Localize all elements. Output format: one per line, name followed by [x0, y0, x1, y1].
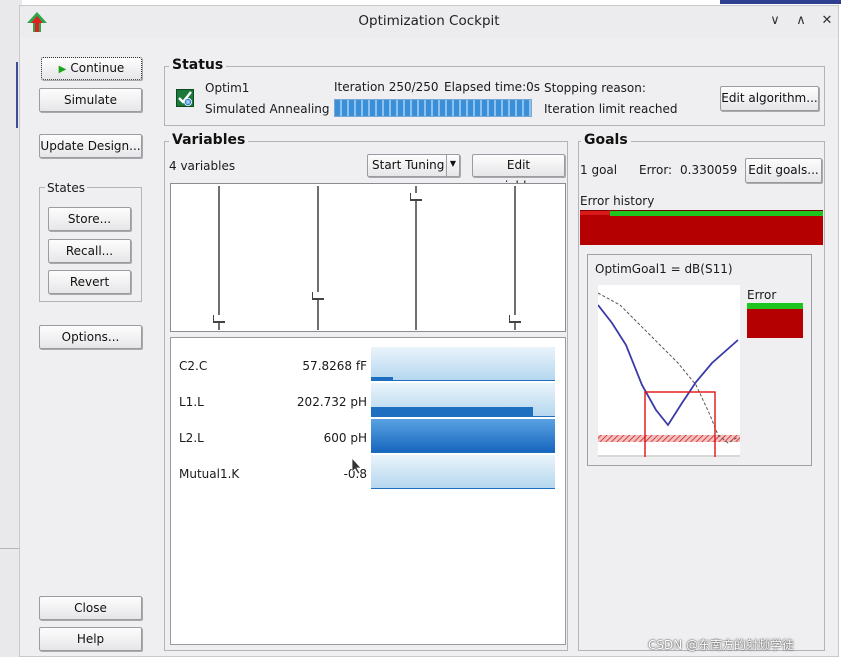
options-button[interactable]: Options... [39, 325, 142, 349]
edit-goals-button[interactable]: Edit goals... [745, 158, 822, 183]
goal-error-label: Error: [639, 163, 673, 177]
watermark-text: CSDN @东南方的射频学徒 [648, 638, 795, 652]
start-tuning-label: Start Tuning [372, 158, 445, 172]
variables-title: Variables [169, 132, 249, 148]
algorithm-name: Simulated Annealing [205, 102, 330, 116]
error-history-target-band [610, 211, 823, 216]
error-history-label: Error history [580, 194, 655, 208]
continue-label: Continue [70, 61, 125, 75]
optimizer-status-icon [176, 89, 194, 107]
dropdown-arrow-icon[interactable]: ▼ [446, 155, 459, 176]
minimize-icon[interactable]: ∨ [764, 10, 786, 32]
continue-button[interactable]: ▶ Continue [41, 57, 142, 80]
maximize-icon[interactable]: ∧ [790, 10, 812, 32]
variables-count: 4 variables [169, 159, 236, 173]
slider-thumb-1[interactable] [312, 292, 324, 301]
slider-track-0[interactable] [218, 186, 220, 330]
goal-response-plot [598, 285, 740, 457]
start-tuning-button[interactable]: Start Tuning ▼ [367, 154, 460, 177]
stopping-reason-label: Stopping reason: [544, 81, 646, 95]
error-history-plot [580, 210, 823, 245]
mouse-cursor-icon [351, 457, 362, 475]
variable-name: L2.L [179, 431, 204, 445]
variable-value: 600 pH [323, 431, 367, 445]
goal-error-target-band [747, 303, 803, 309]
variable-sliders [170, 183, 566, 332]
title-bar[interactable]: Optimization Cockpit ∨ ∧ ✕ [20, 6, 838, 38]
stopping-reason: Iteration limit reached [544, 102, 678, 116]
slider-track-3[interactable] [514, 186, 516, 330]
optim-name: Optim1 [205, 81, 250, 95]
edit-algorithm-button[interactable]: Edit algorithm... [720, 86, 819, 111]
help-button[interactable]: Help [39, 627, 142, 651]
goal-error-value: 0.330059 [680, 163, 738, 177]
goals-count: 1 goal [580, 163, 618, 177]
goal-plot-title: OptimGoal1 = dB(S11) [593, 262, 735, 276]
variable-range-fill [371, 407, 533, 416]
variable-range-bar[interactable] [371, 419, 555, 453]
variable-name: L1.L [179, 395, 204, 409]
variable-value: 202.732 pH [296, 395, 367, 409]
edit-variables-button[interactable]: Edit variables... [472, 154, 565, 193]
close-button[interactable]: Close [39, 596, 142, 620]
optimization-cockpit-window: Optimization Cockpit ∨ ∧ ✕ ▶ Continue Sim… [19, 5, 839, 657]
store-button[interactable]: Store... [48, 207, 131, 231]
update-design-button[interactable]: Update Design... [39, 134, 142, 158]
revert-button[interactable]: Revert [48, 270, 131, 294]
slider-track-2[interactable] [415, 186, 417, 330]
variable-value: 57.8268 fF [302, 359, 367, 373]
highlight-box [644, 391, 716, 457]
variable-name: Mutual1.K [179, 467, 240, 481]
simulate-button[interactable]: Simulate [39, 88, 142, 112]
goal-error-plot-label: Error [747, 288, 777, 302]
slider-thumb-2[interactable] [410, 192, 422, 201]
play-icon: ▶ [58, 64, 67, 75]
slider-track-1[interactable] [317, 186, 319, 330]
goals-title: Goals [581, 132, 631, 148]
variable-range-bar[interactable] [371, 383, 555, 417]
background-app-edge [720, 0, 841, 4]
slider-thumb-0[interactable] [213, 315, 225, 324]
slider-thumb-3[interactable] [509, 315, 521, 324]
window-title: Optimization Cockpit [358, 13, 500, 29]
variable-range-bar[interactable] [371, 455, 555, 489]
variable-range-fill [371, 377, 394, 380]
optimized-response-trace [598, 304, 739, 427]
recall-button[interactable]: Recall... [48, 239, 131, 263]
iteration-progress-bar [334, 99, 532, 117]
variable-list: C2.C 57.8268 fF L1.L 202.732 pH L2.L 600 pH Mu… [170, 337, 566, 645]
progress-fill [335, 100, 531, 116]
variable-range-bar[interactable] [371, 347, 555, 381]
iteration-count: Iteration 250/250 [334, 80, 439, 94]
variable-name: C2.C [179, 359, 208, 373]
initial-response-trace [598, 292, 739, 444]
states-title: States [45, 181, 88, 195]
close-window-icon[interactable]: ✕ [816, 10, 838, 32]
elapsed-time: Elapsed time:0s [444, 80, 540, 94]
goal-error-indicator [747, 303, 803, 338]
status-title: Status [169, 57, 227, 73]
